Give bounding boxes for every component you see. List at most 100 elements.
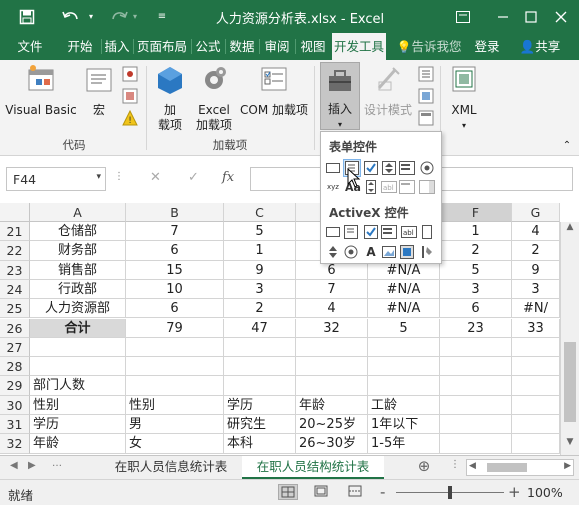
- row-header[interactable]: 30: [0, 395, 30, 415]
- row-header[interactable]: 24: [0, 279, 30, 300]
- button-control-icon[interactable]: [325, 160, 341, 176]
- column-header[interactable]: A: [30, 203, 126, 222]
- table-cell[interactable]: 5: [224, 222, 296, 242]
- scroll-thumb[interactable]: [564, 342, 576, 422]
- macro-security-icon[interactable]: !: [122, 109, 138, 126]
- activex-label-icon[interactable]: A: [363, 244, 379, 260]
- table-cell[interactable]: 26~30岁: [296, 434, 368, 454]
- tell-me-search[interactable]: 💡告诉我您: [392, 33, 466, 60]
- table-cell[interactable]: 1年以下: [368, 415, 440, 435]
- table-cell[interactable]: 2: [440, 241, 512, 261]
- table-cell[interactable]: #N/A: [368, 279, 440, 300]
- row-header[interactable]: 27: [0, 337, 30, 358]
- zoom-out-button[interactable]: -: [380, 483, 385, 501]
- relative-reference-icon[interactable]: [122, 88, 138, 104]
- activex-toggle-button-icon[interactable]: [399, 244, 415, 260]
- share-button[interactable]: 👤共享: [510, 33, 570, 60]
- spin-button-control-icon[interactable]: [381, 160, 397, 176]
- table-cell[interactable]: 行政部: [30, 279, 126, 300]
- maximize-icon[interactable]: [516, 0, 546, 33]
- text-field-control-icon[interactable]: abl: [381, 179, 397, 195]
- activex-more-controls-icon[interactable]: [419, 244, 435, 260]
- save-icon[interactable]: [12, 0, 42, 33]
- activex-list-box-icon[interactable]: [381, 224, 397, 240]
- table-cell[interactable]: 学历: [224, 395, 296, 415]
- scroll-right-icon[interactable]: ▶: [564, 461, 571, 471]
- table-cell[interactable]: 工龄: [368, 395, 440, 415]
- tab-formulas[interactable]: 公式: [192, 33, 224, 60]
- table-cell[interactable]: 5: [368, 318, 440, 338]
- option-button-control-icon[interactable]: [419, 160, 435, 176]
- normal-view-icon[interactable]: [278, 484, 298, 500]
- activex-image-icon[interactable]: [381, 244, 397, 260]
- table-cell[interactable]: [296, 337, 368, 358]
- table-cell[interactable]: 人力资源部: [30, 299, 126, 319]
- horizontal-scroll-thumb[interactable]: [487, 463, 527, 472]
- horizontal-scrollbar[interactable]: ◀ ▶: [466, 459, 574, 476]
- table-cell[interactable]: [512, 415, 560, 435]
- table-cell[interactable]: 10: [126, 279, 224, 300]
- login-button[interactable]: 登录: [470, 33, 504, 60]
- design-mode-button[interactable]: 设计模式: [362, 64, 414, 118]
- redo-dropdown-icon[interactable]: ▾: [128, 0, 142, 33]
- table-cell[interactable]: 3: [440, 279, 512, 300]
- table-cell[interactable]: 7: [296, 279, 368, 300]
- table-cell[interactable]: 7: [126, 222, 224, 242]
- more-sheets-icon[interactable]: …: [52, 458, 62, 469]
- table-cell[interactable]: [440, 434, 512, 454]
- table-cell[interactable]: [512, 395, 560, 415]
- table-cell[interactable]: [440, 337, 512, 358]
- table-cell[interactable]: [368, 337, 440, 358]
- run-dialog-icon[interactable]: [418, 110, 434, 126]
- table-cell[interactable]: [440, 357, 512, 377]
- row-header[interactable]: 26: [0, 318, 30, 338]
- tab-review[interactable]: 审阅: [260, 33, 294, 60]
- insert-controls-button[interactable]: 插入 ▾: [320, 62, 360, 130]
- table-cell[interactable]: [440, 415, 512, 435]
- table-cell[interactable]: [440, 376, 512, 396]
- close-icon[interactable]: [546, 0, 576, 33]
- table-cell[interactable]: [296, 376, 368, 396]
- sheet-tab-structure[interactable]: 在职人员结构统计表: [242, 456, 384, 479]
- activex-option-button-icon[interactable]: [343, 244, 359, 260]
- vertical-scrollbar[interactable]: ▲ ▼: [560, 222, 579, 455]
- table-cell[interactable]: 学历: [30, 415, 126, 435]
- row-header[interactable]: 25: [0, 299, 30, 319]
- table-cell[interactable]: 20~25岁: [296, 415, 368, 435]
- tab-insert[interactable]: 插入: [102, 33, 132, 60]
- table-cell[interactable]: [368, 376, 440, 396]
- table-cell[interactable]: [30, 337, 126, 358]
- table-cell[interactable]: [512, 357, 560, 377]
- combo-drop-down-edit-icon[interactable]: [419, 179, 435, 195]
- table-cell[interactable]: [224, 357, 296, 377]
- checkbox-control-icon[interactable]: [363, 160, 379, 176]
- table-cell[interactable]: #N/A: [368, 299, 440, 319]
- excel-addins-button[interactable]: Excel 加载项: [192, 64, 236, 133]
- com-addins-button[interactable]: COM 加载项: [238, 64, 310, 118]
- table-cell[interactable]: 3: [224, 279, 296, 300]
- xml-button[interactable]: XML ▾: [446, 64, 482, 133]
- table-cell[interactable]: 财务部: [30, 241, 126, 261]
- table-cell[interactable]: 销售部: [30, 260, 126, 280]
- table-cell[interactable]: 1: [224, 241, 296, 261]
- table-cell[interactable]: 4: [512, 222, 560, 242]
- row-header[interactable]: 28: [0, 357, 30, 377]
- combo-list-edit-icon[interactable]: [399, 179, 415, 195]
- table-cell[interactable]: [512, 337, 560, 358]
- undo-dropdown-icon[interactable]: ▾: [84, 0, 98, 33]
- table-cell[interactable]: 本科: [224, 434, 296, 454]
- sheet-tab-info[interactable]: 在职人员信息统计表: [100, 456, 242, 479]
- table-cell[interactable]: 6: [126, 241, 224, 261]
- table-cell[interactable]: 32: [296, 318, 368, 338]
- table-cell[interactable]: 仓储部: [30, 222, 126, 242]
- collapse-ribbon-icon[interactable]: ⌃: [560, 138, 574, 153]
- table-cell[interactable]: 9: [224, 260, 296, 280]
- table-cell[interactable]: 5: [440, 260, 512, 280]
- column-header[interactable]: F: [440, 203, 512, 222]
- table-cell[interactable]: 1: [440, 222, 512, 242]
- table-cell[interactable]: 47: [224, 318, 296, 338]
- row-header[interactable]: 31: [0, 415, 30, 435]
- activex-checkbox-icon[interactable]: [363, 224, 379, 240]
- table-cell[interactable]: 研究生: [224, 415, 296, 435]
- name-box[interactable]: F44 ▾: [6, 167, 106, 191]
